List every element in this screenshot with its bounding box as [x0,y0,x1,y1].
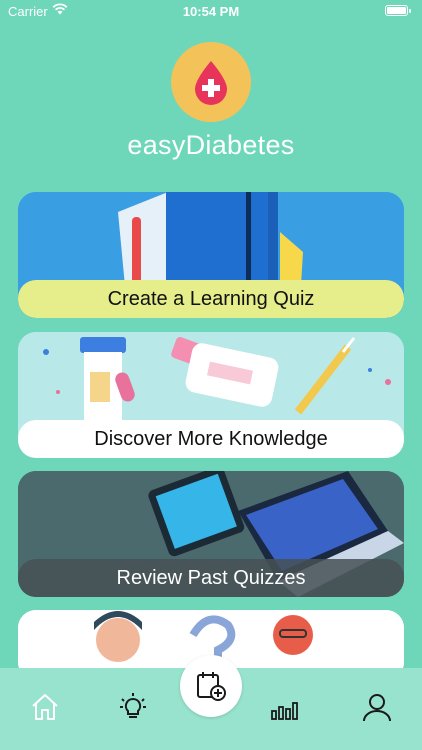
review-quizzes-card[interactable]: Review Past Quizzes [18,471,404,597]
app-title: easyDiabetes [127,130,295,160]
create-quiz-card[interactable]: Create a Learning Quiz [18,192,404,318]
blood-drop-icon [195,61,227,105]
profile-icon [363,694,391,722]
tab-profile[interactable] [360,690,394,724]
discover-knowledge-label: Discover More Knowledge [18,420,404,458]
review-quizzes-label: Review Past Quizzes [18,559,404,597]
app-logo [171,42,251,122]
tab-stats[interactable] [268,690,302,724]
bar-chart-icon [271,702,298,720]
tab-tips[interactable] [116,690,150,724]
tab-home[interactable] [28,690,62,724]
create-quiz-tab-button[interactable] [180,655,242,717]
clock: 10:54 PM [182,4,240,19]
status-bar: Carrier 10:54 PM [0,0,422,24]
lightbulb-icon [120,693,146,718]
battery-icon [385,5,411,16]
discover-knowledge-card[interactable]: Discover More Knowledge [18,332,404,458]
create-quiz-label: Create a Learning Quiz [18,280,404,318]
calendar-add-icon [197,672,226,701]
home-icon [32,694,58,720]
